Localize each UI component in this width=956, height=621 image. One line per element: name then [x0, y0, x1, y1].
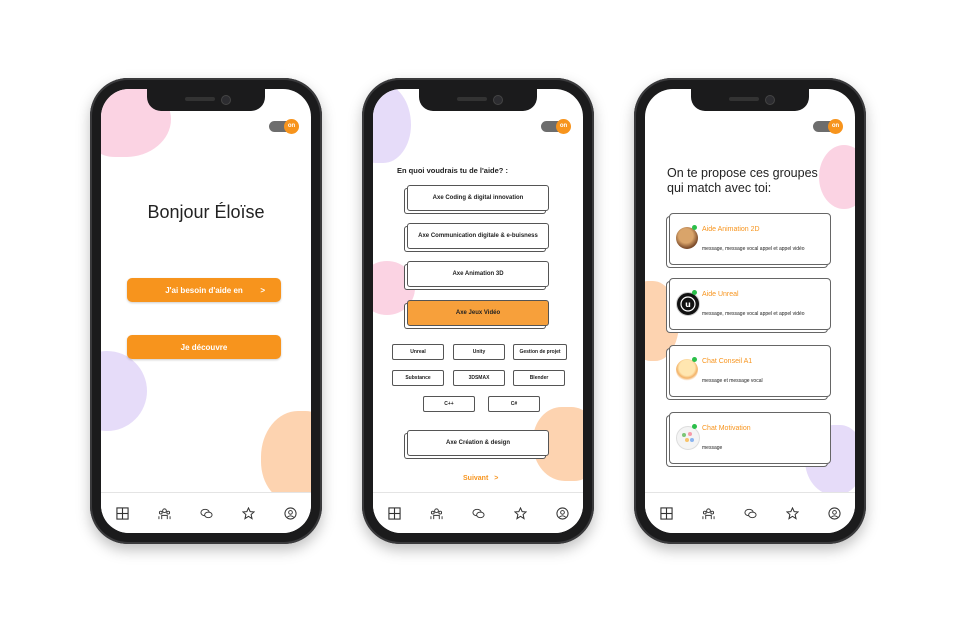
group-name: Aide Unreal	[702, 291, 739, 298]
groups-title: On te propose ces groupes qui match avec…	[667, 166, 818, 196]
bottom-navbar	[645, 492, 855, 533]
star-icon[interactable]	[513, 506, 527, 520]
axe-coding-button[interactable]: Axe Coding & digital innovation	[407, 185, 549, 211]
chip-substance[interactable]: Substance	[392, 370, 444, 386]
online-toggle[interactable]: on	[541, 119, 571, 134]
notch	[147, 89, 265, 111]
chevron-right-icon: >	[494, 475, 499, 482]
group-card-conseil[interactable]: Chat Conseil A1 message et message vocal	[669, 345, 831, 397]
chip-cpp[interactable]: C++	[423, 396, 475, 412]
chat-icon[interactable]	[743, 507, 757, 520]
community-icon[interactable]	[157, 507, 171, 520]
online-dot	[692, 424, 697, 429]
toggle-knob: on	[556, 119, 571, 134]
axe-creation-design-button[interactable]: Axe Création & design	[407, 430, 549, 456]
grid-icon[interactable]	[387, 506, 401, 520]
online-dot	[692, 225, 697, 230]
group-desc: message	[702, 445, 723, 451]
question-title: En quoi voudrais tu de l'aide? :	[397, 166, 508, 175]
phone-home: on Bonjour Éloïse J'ai besoin d'aide en …	[90, 78, 322, 544]
need-help-button[interactable]: J'ai besoin d'aide en >	[127, 278, 281, 302]
group-desc: message, message vocal appel et appel vi…	[702, 246, 805, 252]
toggle-knob: on	[828, 119, 843, 134]
group-card-motivation[interactable]: Chat Motivation message	[669, 412, 831, 464]
bottom-navbar	[373, 492, 583, 533]
group-name: Aide Animation 2D	[702, 226, 760, 233]
greeting-title: Bonjour Éloïse	[147, 202, 265, 222]
bottom-navbar	[101, 492, 311, 533]
chip-blender[interactable]: Blender	[513, 370, 565, 386]
community-icon[interactable]	[429, 507, 443, 520]
grid-icon[interactable]	[115, 506, 129, 520]
axe-jeux-video-button[interactable]: Axe Jeux Vidéo	[407, 300, 549, 326]
axe-communication-button[interactable]: Axe Communication digitale & e-buisness	[407, 223, 549, 249]
online-dot	[692, 357, 697, 362]
profile-icon[interactable]	[283, 506, 297, 520]
star-icon[interactable]	[785, 506, 799, 520]
chip-csharp[interactable]: C#	[488, 396, 540, 412]
group-desc: message et message vocal	[702, 378, 763, 384]
lavender-blob	[373, 89, 411, 163]
profile-icon[interactable]	[555, 506, 569, 520]
lavender-blob	[101, 351, 147, 431]
group-desc: message, message vocal appel et appel vi…	[702, 311, 805, 317]
next-button[interactable]: Suivant >	[463, 475, 498, 482]
phone-groups: on On te propose ces groupes qui match a…	[634, 78, 866, 544]
community-icon[interactable]	[701, 507, 715, 520]
toggle-knob: on	[284, 119, 299, 134]
grid-icon[interactable]	[659, 506, 673, 520]
chip-3dsmax[interactable]: 3DSMAX	[453, 370, 505, 386]
axe-animation-3d-button[interactable]: Axe Animation 3D	[407, 261, 549, 287]
peach-blob	[261, 411, 311, 503]
profile-icon[interactable]	[827, 506, 841, 520]
help-topics-screen: on En quoi voudrais tu de l'aide? : Axe …	[373, 89, 583, 533]
online-dot	[692, 290, 697, 295]
group-name: Chat Conseil A1	[702, 358, 753, 365]
group-avatar	[676, 426, 700, 450]
phone-help-topics: on En quoi voudrais tu de l'aide? : Axe …	[362, 78, 594, 544]
next-label: Suivant	[463, 475, 489, 482]
chip-unity[interactable]: Unity	[453, 344, 505, 360]
chevron-right-icon: >	[260, 285, 265, 295]
groups-title-line1: On te propose ces groupes	[667, 166, 818, 180]
groups-title-line2: qui match avec toi:	[667, 181, 772, 195]
online-toggle[interactable]: on	[269, 119, 299, 134]
pink-blob	[819, 145, 855, 209]
chip-gestion-projet[interactable]: Gestion de projet	[513, 344, 567, 360]
chat-icon[interactable]	[471, 507, 485, 520]
discover-button[interactable]: Je découvre	[127, 335, 281, 359]
online-toggle[interactable]: on	[813, 119, 843, 134]
home-screen: on Bonjour Éloïse J'ai besoin d'aide en …	[101, 89, 311, 533]
unreal-logo-icon: u	[676, 292, 700, 316]
groups-screen: on On te propose ces groupes qui match a…	[645, 89, 855, 533]
notch	[691, 89, 809, 111]
chip-unreal[interactable]: Unreal	[392, 344, 444, 360]
star-icon[interactable]	[241, 506, 255, 520]
svg-text:u: u	[685, 300, 691, 309]
group-avatar	[676, 227, 698, 249]
notch	[419, 89, 537, 111]
group-avatar	[676, 359, 698, 381]
group-card-animation-2d[interactable]: Aide Animation 2D message, message vocal…	[669, 213, 831, 265]
group-card-unreal[interactable]: u Aide Unreal message, message vocal app…	[669, 278, 831, 330]
need-help-label: J'ai besoin d'aide en	[165, 285, 243, 295]
chat-icon[interactable]	[199, 507, 213, 520]
discover-label: Je découvre	[180, 342, 228, 352]
group-name: Chat Motivation	[702, 425, 751, 432]
